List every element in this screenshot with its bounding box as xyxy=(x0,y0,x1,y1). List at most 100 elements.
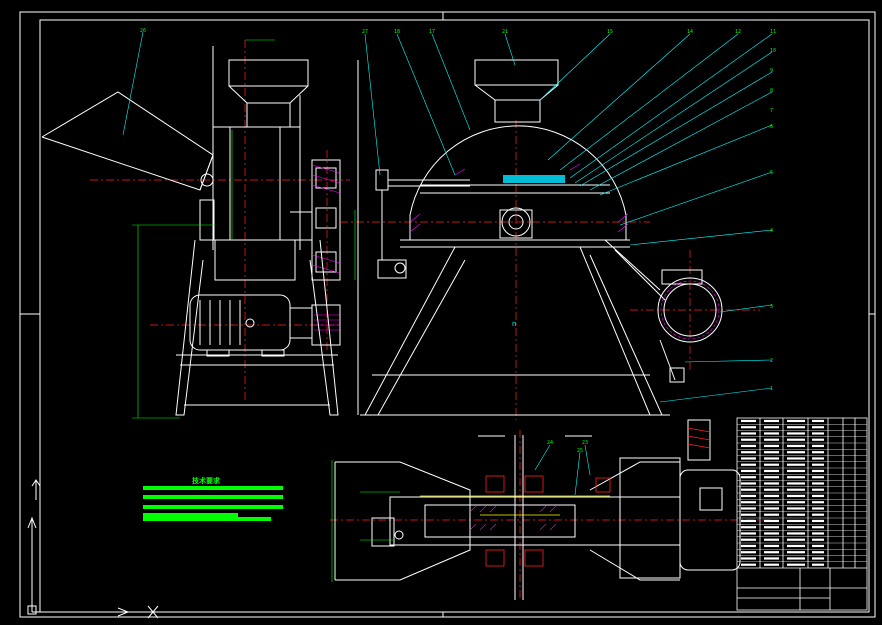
title-block-cell-text xyxy=(764,507,779,510)
title-block-cell-text xyxy=(787,482,805,485)
title-block-cell-text xyxy=(812,444,824,448)
title-block-cell-text xyxy=(812,469,824,473)
title-block-cell-text xyxy=(787,419,805,423)
title-block-cell-text xyxy=(764,532,779,535)
title-block-cell-text xyxy=(812,426,824,429)
balloon-8: 8 xyxy=(770,88,773,94)
title-block-cell-text xyxy=(812,507,824,510)
title-block-cell-text xyxy=(764,544,779,548)
title-block-cell-text xyxy=(741,519,756,523)
title-block-cell-text xyxy=(741,419,756,423)
title-block-cell-text xyxy=(812,519,824,523)
title-block-cell-text xyxy=(764,501,779,504)
title-block-cell-text xyxy=(741,451,756,454)
title-block-cell-text xyxy=(787,563,805,566)
tech-req-line-1 xyxy=(143,486,283,490)
title-block-cell-text xyxy=(787,544,805,548)
balloon-side-26: 26 xyxy=(140,28,146,34)
title-block-cell-text xyxy=(764,538,779,541)
title-block-cell-text xyxy=(812,451,824,454)
title-block-cell-text xyxy=(741,457,756,460)
title-block-cell-text xyxy=(812,513,824,516)
title-block-cell-text xyxy=(741,513,756,516)
title-block-cell-text xyxy=(787,451,805,454)
balloon-2: 2 xyxy=(770,358,773,364)
title-block-cell-text xyxy=(764,513,779,516)
title-block-cell-text xyxy=(812,501,824,504)
balloon-25: 25 xyxy=(577,448,583,454)
title-block-cell-text xyxy=(741,544,756,548)
title-block-cell-text xyxy=(787,426,805,429)
balloon-7: 7 xyxy=(770,108,773,114)
rotor-highlight xyxy=(503,175,565,183)
title-block-cell-text xyxy=(787,494,805,498)
title-block-cell-text xyxy=(764,463,779,466)
title-block-cell-text xyxy=(764,419,779,423)
title-block-cell-text xyxy=(812,432,824,435)
title-block-cell-text xyxy=(764,438,779,441)
title-block-cell-text xyxy=(787,488,805,491)
title-block-cell-text xyxy=(812,532,824,535)
tech-req-line-3 xyxy=(143,505,283,509)
balloon-24: 24 xyxy=(547,440,553,446)
balloon-5: 5 xyxy=(770,170,773,176)
title-block-cell-text xyxy=(812,419,824,423)
balloon-14: 14 xyxy=(687,29,693,35)
title-block-cell-text xyxy=(741,563,756,566)
title-block-cell-text xyxy=(812,544,824,548)
balloon-4: 4 xyxy=(770,228,773,234)
title-block-cell-text xyxy=(741,482,756,485)
balloon-17: 17 xyxy=(429,29,435,35)
title-block-cell-text xyxy=(787,469,805,473)
side-view: 26 xyxy=(41,28,356,419)
title-block-cell-text xyxy=(741,444,756,448)
balloon-6: 6 xyxy=(770,124,773,130)
title-block-cell-text xyxy=(764,451,779,454)
title-block-cell-text xyxy=(787,526,805,529)
title-block-cell-text xyxy=(812,526,824,529)
title-block-cell-text xyxy=(787,551,805,554)
ucs-icon xyxy=(27,516,130,617)
front-view: 27 18 17 21 15 14 12 11 10 9 8 7 6 5 4 3… xyxy=(340,29,776,420)
title-block-cell-text xyxy=(764,557,779,560)
title-block-cell-text xyxy=(741,551,756,554)
title-block-cell-text xyxy=(764,551,779,554)
title-block-cell-text xyxy=(764,526,779,529)
cad-drawing-canvas: 26 27 18 17 21 15 14 12 11 10 9 8 7 6 5 … xyxy=(19,11,876,619)
tech-req-line-2 xyxy=(143,495,283,499)
title-block-cell-text xyxy=(764,457,779,460)
balloon-23: 23 xyxy=(582,440,588,446)
title-block-cell-text xyxy=(787,501,805,504)
title-block-cell-text xyxy=(812,557,824,560)
balloon-1: 1 xyxy=(770,386,773,392)
balloon-27: 27 xyxy=(362,29,368,35)
title-block-cell-text xyxy=(812,494,824,498)
balloon-3: 3 xyxy=(770,304,773,310)
title-block-cell-text xyxy=(812,476,824,479)
title-block-cell-text xyxy=(787,438,805,441)
title-block-cell-text xyxy=(787,519,805,523)
title-block-cell-text xyxy=(741,469,756,473)
title-block-cell-text xyxy=(787,444,805,448)
title-block-cell-text xyxy=(741,557,756,560)
title-block-cell-text xyxy=(764,488,779,491)
balloon-21: 21 xyxy=(502,29,508,35)
title-block-cell-text xyxy=(787,557,805,560)
title-block-cell-text xyxy=(812,482,824,485)
title-block-cell-text xyxy=(741,426,756,429)
title-block-cell-text xyxy=(741,501,756,504)
title-block-cell-text xyxy=(741,463,756,466)
title-block-cell-text xyxy=(812,551,824,554)
watermark-text: n xyxy=(512,320,516,328)
tech-req-title: 技术要求 xyxy=(192,476,221,485)
title-block-cell-text xyxy=(812,438,824,441)
title-block-cell-text xyxy=(764,469,779,473)
technical-requirements: 技术要求 xyxy=(143,476,283,521)
tech-req-line-4 xyxy=(143,513,238,517)
title-block-cell-text xyxy=(812,457,824,460)
title-block-cell-text xyxy=(764,432,779,435)
title-block-cell-text xyxy=(741,432,756,435)
title-block-cell-text xyxy=(741,476,756,479)
title-block-cell-text xyxy=(812,563,824,566)
title-block-cell-text xyxy=(764,519,779,523)
